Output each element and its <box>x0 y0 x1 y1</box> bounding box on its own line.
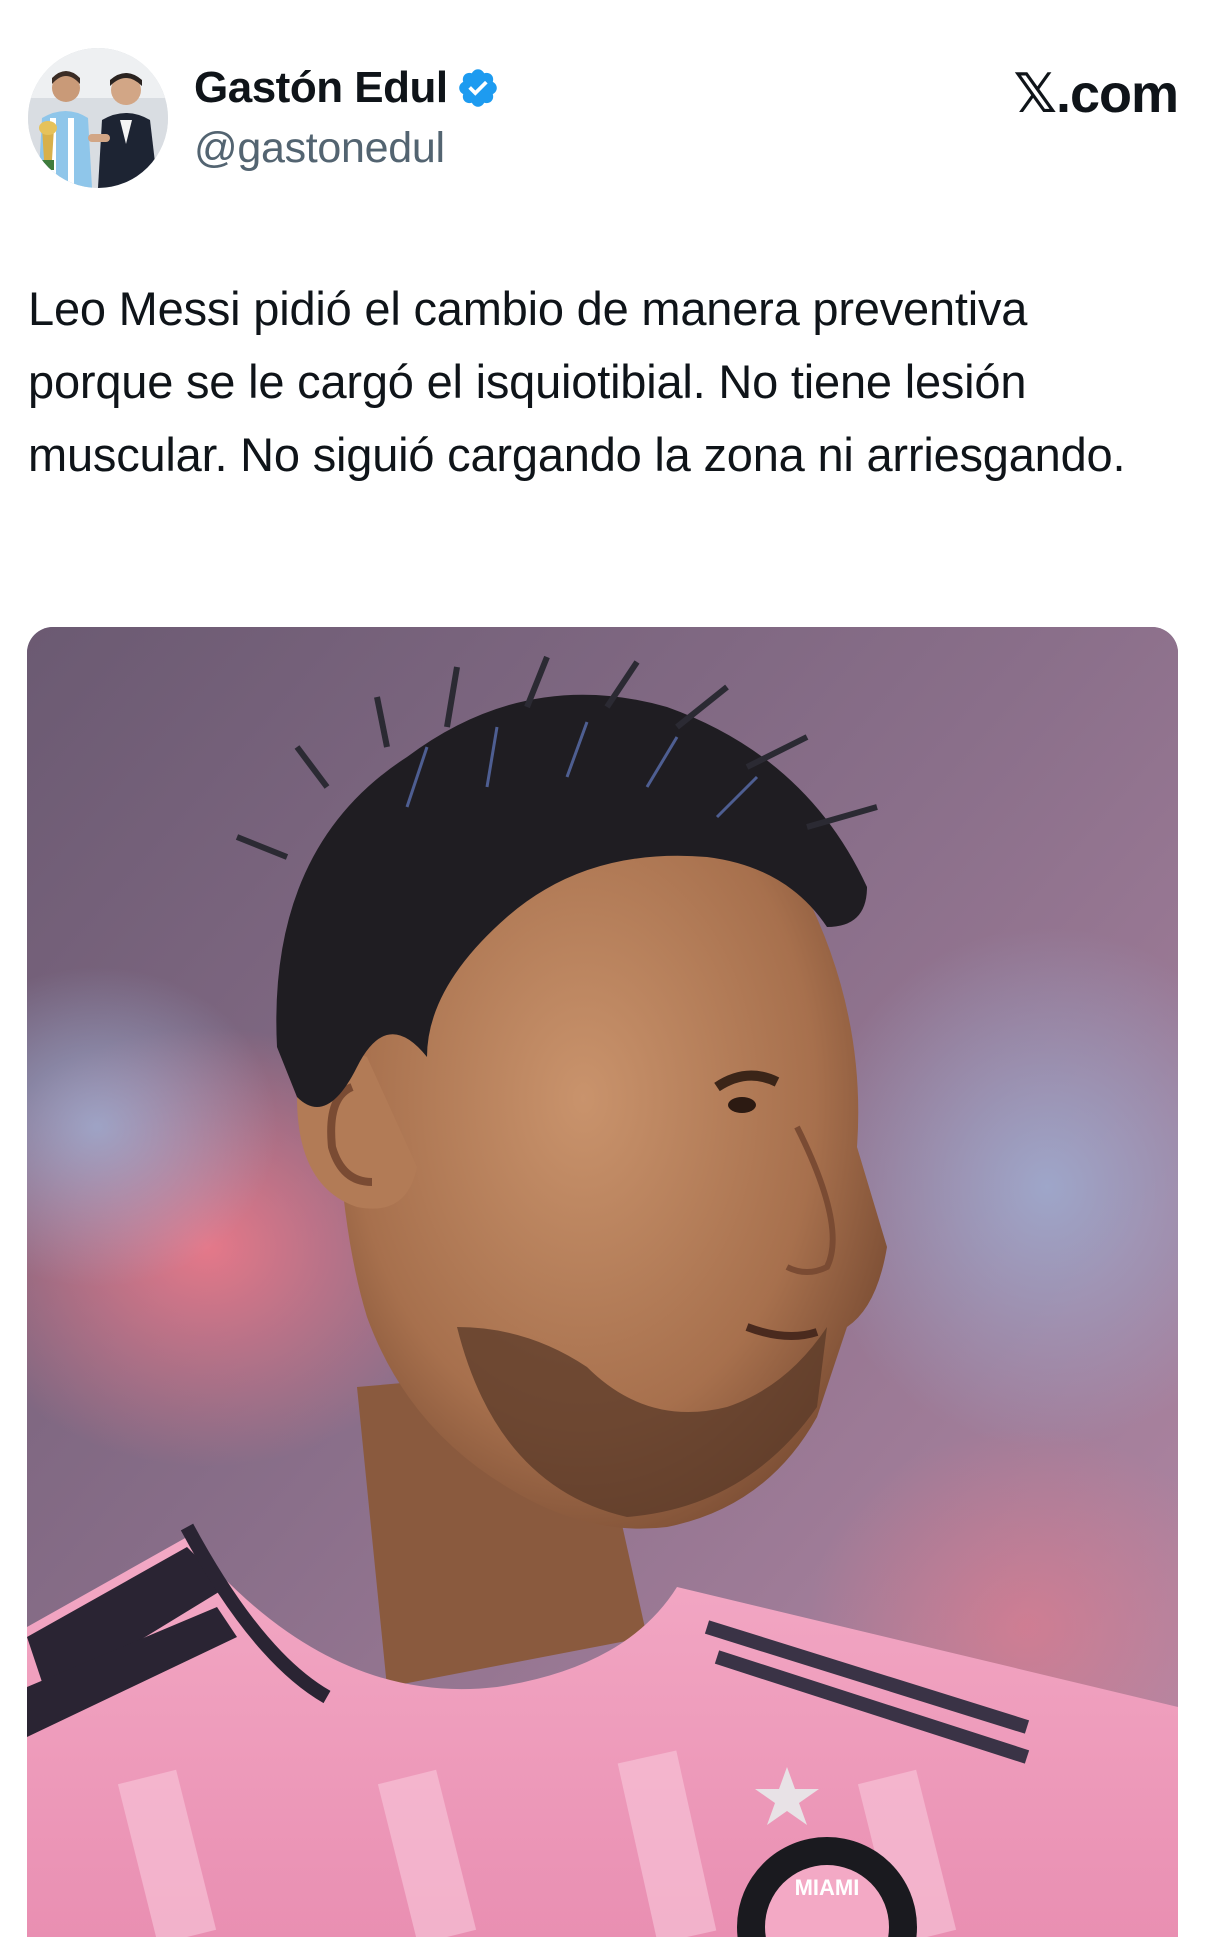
verified-badge-icon <box>456 66 500 110</box>
author-display-name[interactable]: Gastón Edul <box>194 63 448 113</box>
crest-label: MIAMI <box>795 1875 860 1900</box>
author-handle[interactable]: @gastonedul <box>194 124 500 173</box>
author-names: Gastón Edul @gastonedul <box>194 58 500 173</box>
tweet-header: Gastón Edul @gastonedul 𝕏.com <box>28 48 1179 198</box>
tweet-media-photo[interactable]: MIAMI <box>27 627 1178 1937</box>
avatar-image <box>28 48 168 188</box>
player-photo: MIAMI <box>27 627 1178 1937</box>
tweet-text: Leo Messi pidió el cambio de manera prev… <box>28 282 1126 481</box>
avatar[interactable] <box>28 48 168 188</box>
x-com-logo: 𝕏.com <box>1013 64 1179 124</box>
tweet-card: Gastón Edul @gastonedul 𝕏.com Leo Messi … <box>0 0 1206 1937</box>
